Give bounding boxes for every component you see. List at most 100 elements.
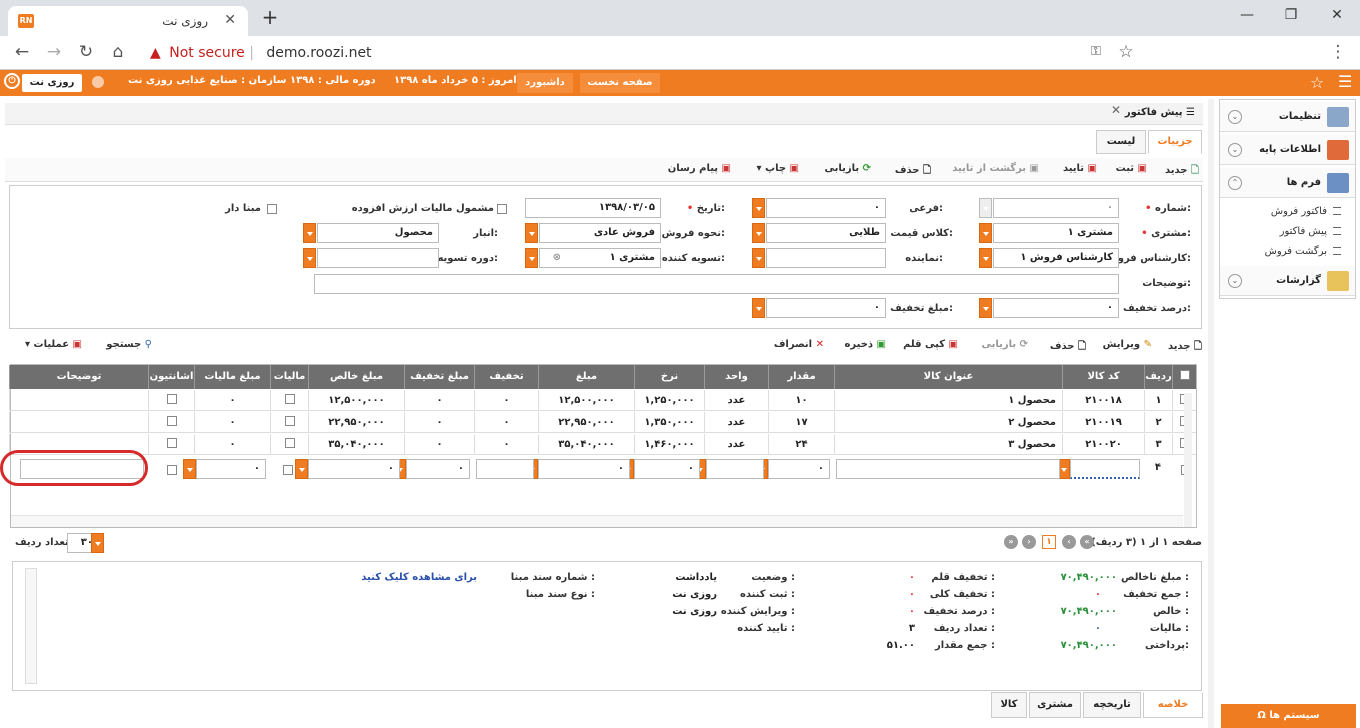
- grid-cell[interactable]: ۰: [474, 412, 538, 433]
- sidebar-item-base-info[interactable]: ⌄ اطلاعات پایه: [1220, 135, 1355, 165]
- grid-header[interactable]: ردیف: [1144, 365, 1172, 389]
- grid-cell[interactable]: محصول ۱: [834, 390, 1062, 411]
- sub-stepper[interactable]: [752, 198, 765, 218]
- edit-row-field[interactable]: ۰: [538, 459, 630, 479]
- url-field[interactable]: ▲ Not secure | demo.roozi.net: [140, 40, 1150, 66]
- edit-row-field[interactable]: ۰: [634, 459, 700, 479]
- rep-field[interactable]: [766, 248, 886, 268]
- tab-history[interactable]: تاریخچه: [1083, 692, 1141, 718]
- forward-icon[interactable]: →: [42, 42, 66, 64]
- grid-cell[interactable]: ۰: [194, 434, 270, 455]
- grid-cell[interactable]: ۰: [194, 390, 270, 411]
- home-button[interactable]: صفحه نخست: [580, 73, 660, 93]
- row-checkbox-cell[interactable]: [148, 390, 194, 411]
- row-checkbox-cell[interactable]: [270, 434, 308, 455]
- grid-cell[interactable]: ۲۲,۹۵۰,۰۰۰: [538, 412, 634, 433]
- grid-cell[interactable]: ۰: [474, 390, 538, 411]
- power-icon[interactable]: ⏻: [4, 73, 20, 89]
- edit-row-field[interactable]: ۴: [1144, 459, 1166, 479]
- vat-checkbox[interactable]: [497, 204, 507, 214]
- tab-summary[interactable]: خلاصه: [1143, 692, 1203, 718]
- grid-cell[interactable]: ۱۲,۵۰۰,۰۰۰: [538, 390, 634, 411]
- period-dropdown[interactable]: [303, 248, 316, 268]
- tab-list[interactable]: لیست: [1096, 130, 1146, 154]
- customer-dropdown[interactable]: [979, 223, 992, 243]
- grid-cell[interactable]: عدد: [704, 390, 768, 411]
- grid-cell[interactable]: ۰: [404, 412, 474, 433]
- reload-icon[interactable]: ↻: [74, 42, 98, 64]
- grid-copy-button[interactable]: کپی قلم ▣: [903, 339, 958, 350]
- grid-cell[interactable]: ۳۵,۰۴۰,۰۰۰: [308, 434, 404, 455]
- warehouse-field[interactable]: محصول: [317, 223, 439, 243]
- window-close-icon[interactable]: ✕: [1322, 4, 1352, 28]
- grid-header[interactable]: عنوان کالا: [834, 365, 1062, 389]
- grid-header-select[interactable]: [1172, 365, 1196, 389]
- row-checkbox[interactable]: [167, 394, 177, 404]
- grid-cell[interactable]: محصول ۲: [834, 412, 1062, 433]
- sidebar-sub-sales-return[interactable]: برگشت فروش: [1265, 246, 1341, 257]
- grid-delete-button[interactable]: حذف 🗋: [1050, 339, 1086, 356]
- new-button[interactable]: جدید 🗋: [1165, 163, 1199, 180]
- grid-header[interactable]: اشانتیون: [148, 365, 194, 389]
- tab-goods[interactable]: کالا: [991, 692, 1027, 718]
- systems-button[interactable]: Ω سیستم ها: [1221, 704, 1356, 728]
- pager-first-icon[interactable]: «: [1080, 535, 1094, 549]
- row-checkbox[interactable]: [285, 394, 295, 404]
- grid-cell[interactable]: ۰: [404, 434, 474, 455]
- warehouse-dropdown[interactable]: [303, 223, 316, 243]
- row-checkbox-cell[interactable]: [148, 412, 194, 433]
- edit-row-field[interactable]: [1070, 459, 1140, 479]
- select-all-checkbox[interactable]: [1180, 370, 1190, 380]
- grid-header[interactable]: نرخ: [634, 365, 704, 389]
- edit-row-dropdown[interactable]: [183, 459, 196, 479]
- grid-recover-button[interactable]: بازیابی ⟳: [981, 339, 1028, 350]
- expert-dropdown[interactable]: [979, 248, 992, 268]
- grid-header[interactable]: کد کالا: [1062, 365, 1144, 389]
- edit-row-dropdown[interactable]: [295, 459, 308, 479]
- pager-prev-icon[interactable]: ‹: [1062, 535, 1076, 549]
- grid-header[interactable]: مالیات: [270, 365, 308, 389]
- grid-cell[interactable]: ۳۵,۰۴۰,۰۰۰: [538, 434, 634, 455]
- rows-dropdown[interactable]: [91, 533, 104, 553]
- restore-icon[interactable]: ❐: [1276, 4, 1306, 28]
- pager-current-page[interactable]: ۱: [1042, 535, 1056, 549]
- row-checkbox[interactable]: [167, 416, 177, 426]
- sub-field[interactable]: ۰: [766, 198, 886, 218]
- return-approve-button[interactable]: برگشت از تایید ▣: [952, 163, 1039, 174]
- sidebar-sub-sales-invoice[interactable]: فاکتور فروش: [1271, 206, 1341, 217]
- discount-amt-field[interactable]: ۰: [766, 298, 886, 318]
- row-checkbox[interactable]: [285, 438, 295, 448]
- minimize-icon[interactable]: —: [1232, 4, 1262, 28]
- grid-cell[interactable]: ۰: [404, 390, 474, 411]
- customer-field[interactable]: مشتری ۱: [993, 223, 1119, 243]
- tab-customer[interactable]: مشتری: [1029, 692, 1081, 718]
- edit-row-field[interactable]: ۰: [308, 459, 400, 479]
- brand-button[interactable]: روزی نت: [22, 74, 82, 92]
- price-class-dropdown[interactable]: [752, 223, 765, 243]
- grid-header[interactable]: تخفیف درصد: [474, 365, 538, 389]
- dashboard-button[interactable]: داشبورد: [517, 73, 573, 93]
- edit-row-checkbox[interactable]: [167, 465, 177, 475]
- price-class-field[interactable]: طلایی: [766, 223, 886, 243]
- sidebar-sub-proforma[interactable]: پیش فاکتور: [1280, 226, 1341, 237]
- grid-cell[interactable]: ۰: [474, 434, 538, 455]
- star-icon[interactable]: ☆: [1114, 42, 1138, 64]
- row-checkbox-cell[interactable]: [270, 390, 308, 411]
- home-icon[interactable]: ⌂: [106, 42, 130, 64]
- sale-type-dropdown[interactable]: [525, 223, 538, 243]
- register-button[interactable]: ثبت ▣: [1116, 163, 1147, 174]
- back-icon[interactable]: ←: [10, 42, 34, 64]
- grid-search-button[interactable]: جستجو ⚲: [106, 339, 152, 350]
- pager-next-icon[interactable]: ›: [1022, 535, 1036, 549]
- grid-cell[interactable]: عدد: [704, 434, 768, 455]
- grid-cell[interactable]: ۲۱۰۰۲۰: [1062, 434, 1144, 455]
- grid-scrollbar[interactable]: [1184, 393, 1192, 527]
- row-checkbox[interactable]: [285, 416, 295, 426]
- sidebar-item-settings[interactable]: ⌄ تنظیمات: [1220, 102, 1355, 132]
- sidebar-item-reports[interactable]: ⌄ گزارشات: [1220, 266, 1355, 296]
- grid-header[interactable]: مبلغ تخفیف: [404, 365, 474, 389]
- print-button[interactable]: ▾ چاپ ▣: [757, 163, 799, 174]
- close-page-icon[interactable]: ✕: [1111, 103, 1121, 117]
- grid-cancel-button[interactable]: انصراف ✕: [774, 339, 824, 350]
- grid-cell[interactable]: محصول ۳: [834, 434, 1062, 455]
